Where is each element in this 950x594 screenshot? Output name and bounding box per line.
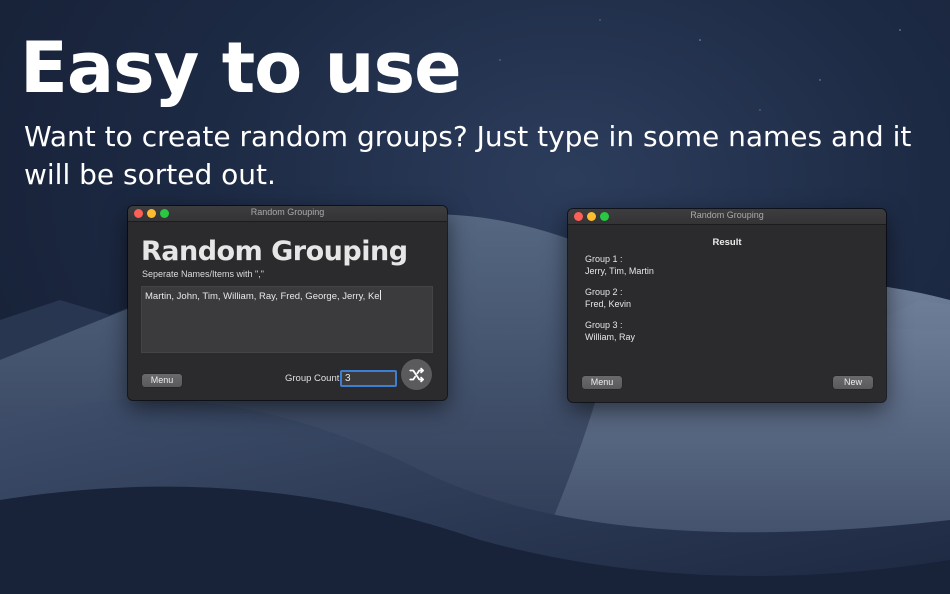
result-title: Result bbox=[712, 237, 742, 248]
group-count-input[interactable]: 3 bbox=[340, 370, 397, 387]
group-label: Group 1 : bbox=[585, 254, 623, 264]
titlebar[interactable]: Random Grouping bbox=[568, 209, 886, 225]
shuffle-icon bbox=[408, 367, 424, 382]
window-title: Random Grouping bbox=[690, 210, 764, 220]
group-label: Group 3 : bbox=[585, 320, 623, 330]
hero-headline: Easy to use bbox=[20, 27, 462, 109]
window-title: Random Grouping bbox=[250, 207, 325, 217]
group-members: William, Ray bbox=[585, 332, 636, 342]
group-members: Fred, Kevin bbox=[585, 299, 632, 309]
input-window: Random Grouping Random Grouping Seperate… bbox=[128, 206, 447, 400]
titlebar[interactable]: Random Grouping bbox=[128, 206, 447, 222]
menu-button[interactable]: Menu bbox=[142, 374, 182, 387]
names-input-value: Martin, John, Tim, William, Ray, Fred, G… bbox=[145, 291, 380, 302]
text-caret bbox=[379, 290, 381, 300]
instruction-label: Seperate Names/Items with "," bbox=[142, 269, 264, 279]
group-label: Group 2 : bbox=[585, 287, 623, 297]
app-title: Random Grouping bbox=[141, 236, 408, 267]
hero-subline: Want to create random groups? Just type … bbox=[24, 120, 912, 191]
menu-button[interactable]: Menu bbox=[582, 376, 622, 389]
group-item: Group 3 : William, Ray bbox=[585, 319, 635, 343]
result-window: Random Grouping Result Group 1 : Jerry, … bbox=[568, 209, 886, 402]
group-count-label: Group Count bbox=[285, 373, 340, 384]
shuffle-button[interactable] bbox=[401, 359, 432, 390]
group-item: Group 2 : Fred, Kevin bbox=[585, 286, 631, 310]
group-item: Group 1 : Jerry, Tim, Martin bbox=[585, 253, 654, 277]
group-members: Jerry, Tim, Martin bbox=[585, 266, 654, 276]
new-button[interactable]: New bbox=[833, 376, 873, 389]
names-input[interactable]: Martin, John, Tim, William, Ray, Fred, G… bbox=[141, 286, 433, 353]
